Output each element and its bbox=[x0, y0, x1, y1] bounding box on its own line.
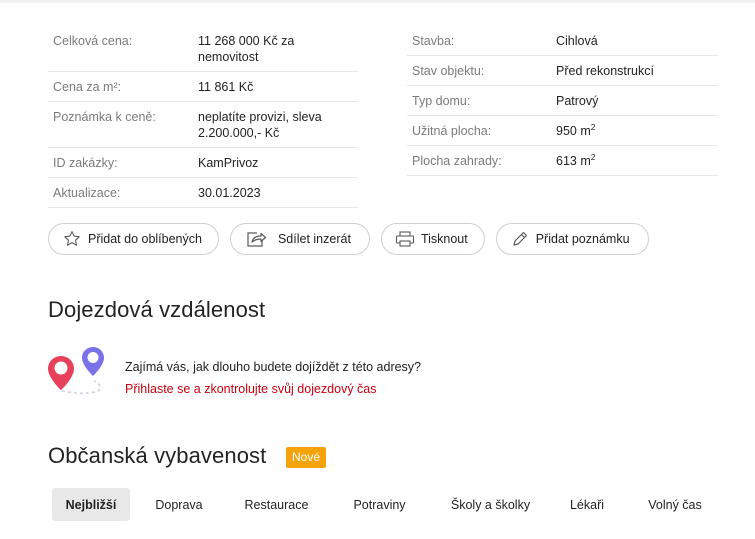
amenities-heading: Občanská vybavenost bbox=[48, 443, 267, 468]
param-label: Poznámka k ceně: bbox=[53, 110, 156, 124]
unit-exponent: 2 bbox=[590, 121, 596, 132]
param-row: Aktualizace: 30.01.2023 bbox=[48, 178, 358, 208]
param-row: Poznámka k ceně: neplatíte provizi, slev… bbox=[48, 102, 358, 148]
param-label: Aktualizace: bbox=[53, 186, 121, 200]
tab-leisure[interactable]: Volný čas bbox=[627, 488, 723, 521]
param-label: Cena za m²: bbox=[53, 80, 122, 94]
param-row: Celková cena: 11 268 000 Kč za nemovitos… bbox=[48, 26, 358, 72]
param-value: neplatíte provizi, sleva 2.200.000,- Kč bbox=[198, 110, 322, 140]
param-value: 613 m2 bbox=[556, 153, 718, 169]
add-to-favorites-button[interactable]: Přidat do oblíbených bbox=[48, 223, 219, 255]
tab-nearest[interactable]: Nejbližší bbox=[52, 488, 130, 521]
params-left: Celková cena: 11 268 000 Kč za nemovitos… bbox=[48, 26, 358, 208]
amenities-tabs: Nejbližší Doprava Restaurace Potraviny Š… bbox=[52, 488, 723, 521]
action-buttons: Přidat do oblíbených Sdílet inzerát Tisk… bbox=[48, 223, 649, 255]
param-row: Užitná plocha: 950 m2 bbox=[407, 116, 718, 146]
star-icon bbox=[61, 229, 83, 249]
unit-exponent: 2 bbox=[590, 151, 596, 162]
printer-icon bbox=[394, 229, 416, 249]
tab-transport[interactable]: Doprava bbox=[130, 488, 228, 521]
param-value: Patrový bbox=[556, 94, 599, 108]
param-row: Cena za m²: 11 861 Kč bbox=[48, 72, 358, 102]
pencil-icon bbox=[509, 229, 531, 249]
param-value: 11 268 000 Kč za nemovitost bbox=[198, 34, 295, 64]
share-icon bbox=[244, 229, 268, 249]
area-value: 613 m bbox=[556, 154, 591, 168]
print-label: Tisknout bbox=[420, 232, 468, 246]
param-value: 950 m2 bbox=[556, 123, 718, 139]
add-note-label: Přidat poznámku bbox=[535, 232, 630, 246]
param-row: Stav objektu: Před rekonstrukcí bbox=[407, 56, 718, 86]
param-label: Typ domu: bbox=[412, 94, 471, 108]
param-value: Před rekonstrukcí bbox=[556, 64, 654, 78]
top-divider bbox=[0, 0, 755, 3]
param-value: 11 861 Kč bbox=[198, 80, 254, 94]
param-row: Plocha zahrady: 613 m2 bbox=[407, 146, 718, 176]
param-label: Užitná plocha: bbox=[412, 124, 492, 138]
map-pins-icon bbox=[46, 345, 108, 399]
param-label: Plocha zahrady: bbox=[412, 154, 502, 168]
tab-schools[interactable]: Školy a školky bbox=[434, 488, 547, 521]
share-listing-label: Sdílet inzerát bbox=[277, 232, 351, 246]
print-button[interactable]: Tisknout bbox=[380, 223, 485, 255]
commute-login-link[interactable]: Přihlaste se a zkontrolujte svůj dojezdo… bbox=[125, 382, 377, 396]
param-value: Cihlová bbox=[556, 34, 598, 48]
tab-restaurants[interactable]: Restaurace bbox=[228, 488, 325, 521]
tab-groceries[interactable]: Potraviny bbox=[325, 488, 434, 521]
add-to-favorites-label: Přidat do oblíbených bbox=[88, 232, 202, 246]
param-value: KamPrivoz bbox=[198, 156, 259, 170]
param-label: Stavba: bbox=[412, 34, 455, 48]
tab-doctors[interactable]: Lékaři bbox=[547, 488, 627, 521]
param-label: ID zakázky: bbox=[53, 156, 118, 170]
commute-heading: Dojezdová vzdálenost bbox=[48, 297, 266, 322]
commute-question: Zajímá vás, jak dlouho budete dojíždět z… bbox=[125, 360, 422, 374]
param-row: ID zakázky: KamPrivoz bbox=[48, 148, 358, 178]
param-row: Typ domu: Patrový bbox=[407, 86, 718, 116]
param-label: Stav objektu: bbox=[412, 64, 485, 78]
area-value: 950 m bbox=[556, 124, 591, 138]
param-row: Stavba: Cihlová bbox=[407, 26, 718, 56]
param-value: 30.01.2023 bbox=[198, 186, 261, 200]
new-badge: Nové bbox=[286, 447, 327, 468]
add-note-button[interactable]: Přidat poznámku bbox=[495, 223, 649, 255]
params-right: Stavba: Cihlová Stav objektu: Před rekon… bbox=[407, 26, 718, 176]
param-label: Celková cena: bbox=[53, 34, 133, 48]
share-listing-button[interactable]: Sdílet inzerát bbox=[229, 223, 370, 255]
